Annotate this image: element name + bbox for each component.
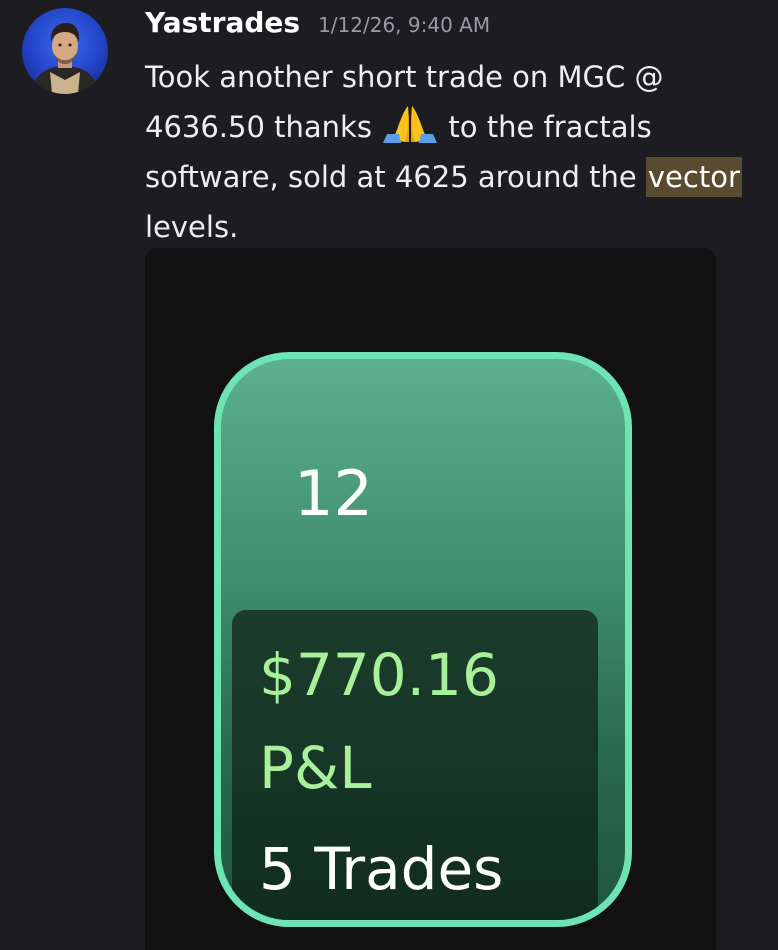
folded-hands-emoji-icon bbox=[381, 103, 439, 143]
chat-message: Yastrades 1/12/26, 9:40 AM Took another … bbox=[0, 0, 778, 950]
message-text-part3: levels. bbox=[145, 210, 239, 244]
image-attachment[interactable]: 12 $770.16 P&L 5 Trades bbox=[145, 248, 716, 950]
avatar-image bbox=[22, 8, 108, 94]
pnl-summary-card: $770.16 P&L 5 Trades bbox=[232, 610, 598, 920]
username[interactable]: Yastrades bbox=[145, 6, 300, 39]
pnl-value: $770.16 bbox=[259, 641, 499, 709]
trades-count: 5 Trades bbox=[259, 835, 504, 903]
calendar-day: 12 bbox=[294, 457, 373, 530]
message-header: Yastrades 1/12/26, 9:40 AM bbox=[145, 6, 490, 39]
timestamp: 1/12/26, 9:40 AM bbox=[318, 13, 491, 37]
message-text: Took another short trade on MGC @ 4636.5… bbox=[145, 52, 760, 252]
avatar[interactable] bbox=[22, 8, 108, 94]
search-highlight: vector bbox=[645, 157, 742, 197]
pnl-label: P&L bbox=[259, 734, 372, 802]
pnl-calendar-widget: 12 $770.16 P&L 5 Trades bbox=[214, 352, 632, 927]
